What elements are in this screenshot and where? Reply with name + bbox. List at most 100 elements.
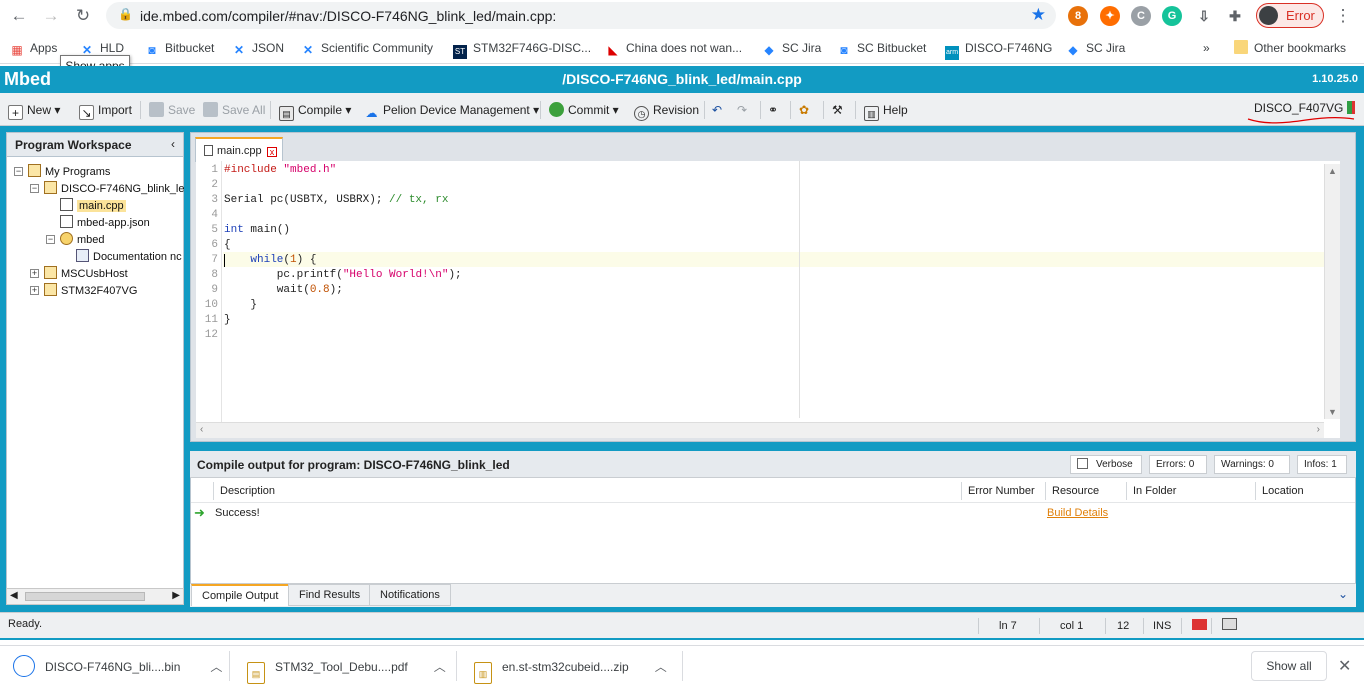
tab-notifications[interactable]: Notifications — [369, 584, 451, 606]
column-header-error-number[interactable]: Error Number — [961, 482, 1045, 500]
expand-toggle-icon[interactable]: + — [30, 269, 39, 278]
tree-main-cpp[interactable]: main.cpp — [60, 198, 126, 214]
column-header-in-folder[interactable]: In Folder — [1126, 482, 1255, 500]
folder-icon — [28, 164, 41, 177]
bookmark-disco[interactable]: arm DISCO-F746NG — [945, 39, 1052, 60]
bookmark-scjira-2[interactable]: ◆ SC Jira — [1066, 39, 1125, 57]
chevron-up-icon[interactable]: ︿ — [434, 660, 446, 674]
apps-grid-icon: ▦ — [11, 43, 23, 57]
bookmark-json[interactable]: ✕ JSON — [232, 39, 284, 57]
tree-mbed-lib[interactable]: mbed — [60, 232, 105, 248]
bookmark-scientific[interactable]: ✕ Scientific Community — [301, 39, 433, 57]
scroll-right-icon[interactable]: ▶ — [172, 590, 180, 601]
undo-icon[interactable]: ↶ — [712, 101, 722, 119]
other-bookmarks[interactable]: Other bookmarks — [1234, 39, 1346, 57]
reload-icon[interactable]: ↻ — [72, 5, 94, 27]
collapse-toggle-icon[interactable]: − — [14, 167, 23, 176]
tab-main-cpp[interactable]: main.cpp x — [195, 137, 283, 162]
puzzle-icon[interactable]: ✚ — [1225, 6, 1245, 26]
column-header-description[interactable]: Description — [213, 482, 961, 500]
bookmark-apps[interactable]: ▦ Apps — [10, 39, 57, 57]
editor-vscrollbar[interactable]: ▲ ▼ — [1324, 164, 1340, 419]
tab-find-results[interactable]: Find Results — [288, 584, 372, 606]
toolbar-divider — [270, 101, 271, 119]
tab-compile-output[interactable]: Compile Output — [191, 584, 290, 606]
new-button[interactable]: + New ▾ — [8, 101, 60, 120]
collapse-toggle-icon[interactable]: − — [30, 184, 39, 193]
help-button[interactable]: ▥ Help — [864, 101, 908, 121]
redo-icon[interactable]: ↷ — [737, 101, 747, 119]
scroll-right-icon[interactable]: › — [1317, 424, 1320, 435]
close-downloads-icon[interactable]: ✕ — [1338, 656, 1351, 676]
status-windows-icon[interactable] — [1211, 618, 1245, 634]
download-item-zip[interactable]: ▥ en.st-stm32cubeid....zip ︿ — [474, 650, 667, 684]
tree-stm32f407vg[interactable]: STM32F407VG — [44, 283, 137, 299]
scroll-down-icon[interactable]: ▼ — [1328, 407, 1337, 417]
tree-mbed-app-json[interactable]: mbed-app.json — [60, 215, 150, 231]
bookmark-scjira[interactable]: ◆ SC Jira — [762, 39, 821, 57]
infos-count-badge[interactable]: Infos: 1 — [1297, 455, 1347, 474]
bookmark-label: HLD — [100, 41, 125, 55]
save-button[interactable]: Save — [149, 101, 195, 119]
tree-mscusbhost[interactable]: MSCUsbHost — [44, 266, 128, 282]
forward-icon[interactable]: → — [40, 5, 62, 27]
download-item-bin[interactable]: DISCO-F746NG_bli....bin ︿ — [13, 650, 222, 684]
import-button[interactable]: ↘ Import — [79, 101, 132, 120]
download-item-pdf[interactable]: ▤ STM32_Tool_Debu....pdf ︿ — [247, 650, 446, 684]
column-header-location[interactable]: Location — [1255, 482, 1355, 500]
more-bookmarks-icon[interactable]: » — [1203, 39, 1210, 57]
download-ext-icon[interactable]: ⇩ — [1194, 6, 1214, 26]
expand-toggle-icon[interactable]: + — [30, 286, 39, 295]
tree-my-programs[interactable]: My Programs — [28, 164, 110, 180]
bookmark-stm32[interactable]: ST STM32F746G-DISC... — [453, 39, 591, 59]
grammarly-icon[interactable]: G — [1162, 6, 1182, 26]
bookmark-scbitbucket[interactable]: ◙ SC Bitbucket — [837, 39, 926, 57]
bookmark-star-icon[interactable]: ★ — [1031, 5, 1046, 25]
extension-badge-icon[interactable]: 8 — [1068, 6, 1088, 26]
pelion-button[interactable]: ☁ Pelion Device Management ▾ — [364, 101, 540, 120]
bookmark-china[interactable]: ◣ China does not wan... — [606, 39, 742, 57]
tree-program-disco[interactable]: DISCO-F746NG_blink_le — [44, 181, 184, 197]
status-flag-icon[interactable] — [1181, 618, 1211, 634]
back-icon[interactable]: ← — [8, 5, 30, 27]
chevron-up-icon[interactable]: ︿ — [210, 660, 222, 674]
cloud-icon: ☁ — [365, 106, 378, 120]
libraries-icon[interactable]: ✿ — [799, 101, 809, 119]
close-tab-icon[interactable]: x — [267, 147, 277, 157]
commit-label: Commit — [568, 103, 610, 117]
code-line: } — [224, 314, 231, 326]
table-row[interactable]: ➜ Success! Build Details — [191, 502, 1355, 522]
warnings-count-badge[interactable]: Warnings: 0 — [1214, 455, 1290, 474]
collapse-toggle-icon[interactable]: − — [46, 235, 55, 244]
collapse-icon[interactable]: ‹ — [171, 137, 175, 151]
commit-button[interactable]: Commit ▾ — [549, 101, 619, 119]
find-binoculars-icon[interactable]: ⚭ — [768, 101, 778, 119]
column-header-resource[interactable]: Resource — [1045, 482, 1126, 500]
scroll-left-icon[interactable]: ‹ — [200, 424, 203, 435]
menu-icon[interactable]: ⋮ — [1332, 5, 1354, 27]
extension-c-icon[interactable]: C — [1131, 6, 1151, 26]
chevron-down-icon[interactable]: ⌄ — [1338, 587, 1348, 601]
errors-count-badge[interactable]: Errors: 0 — [1149, 455, 1207, 474]
tree-documentation[interactable]: Documentation nc — [76, 249, 184, 265]
verbose-checkbox[interactable] — [1077, 458, 1088, 469]
verbose-toggle[interactable]: Verbose — [1070, 455, 1142, 474]
save-all-button[interactable]: Save All — [203, 101, 265, 119]
editor-hscrollbar[interactable]: ‹ › — [196, 422, 1324, 438]
chevron-up-icon[interactable]: ︿ — [655, 660, 667, 674]
program-icon — [44, 283, 57, 296]
show-all-downloads-button[interactable]: Show all — [1251, 651, 1327, 681]
scroll-left-icon[interactable]: ◀ — [10, 590, 18, 601]
settings-wand-icon[interactable]: ⚒ — [832, 101, 843, 119]
build-details-link[interactable]: Build Details — [1047, 507, 1108, 519]
scroll-up-icon[interactable]: ▲ — [1328, 166, 1337, 176]
address-bar[interactable]: 🔒 ide.mbed.com/compiler/#nav:/DISCO-F746… — [106, 2, 1056, 29]
scroll-thumb[interactable] — [25, 592, 145, 601]
bookmark-label: Scientific Community — [321, 41, 434, 55]
workspace-hscrollbar[interactable]: ◀ ▶ — [6, 588, 184, 605]
profile-error-button[interactable]: Error — [1256, 3, 1324, 28]
compile-button[interactable]: ▤ Compile ▾ — [279, 101, 351, 121]
extension-icon[interactable]: ✦ — [1100, 6, 1120, 26]
bookmark-bitbucket[interactable]: ◙ Bitbucket — [145, 39, 214, 57]
revision-button[interactable]: ◷ Revision — [634, 101, 699, 121]
